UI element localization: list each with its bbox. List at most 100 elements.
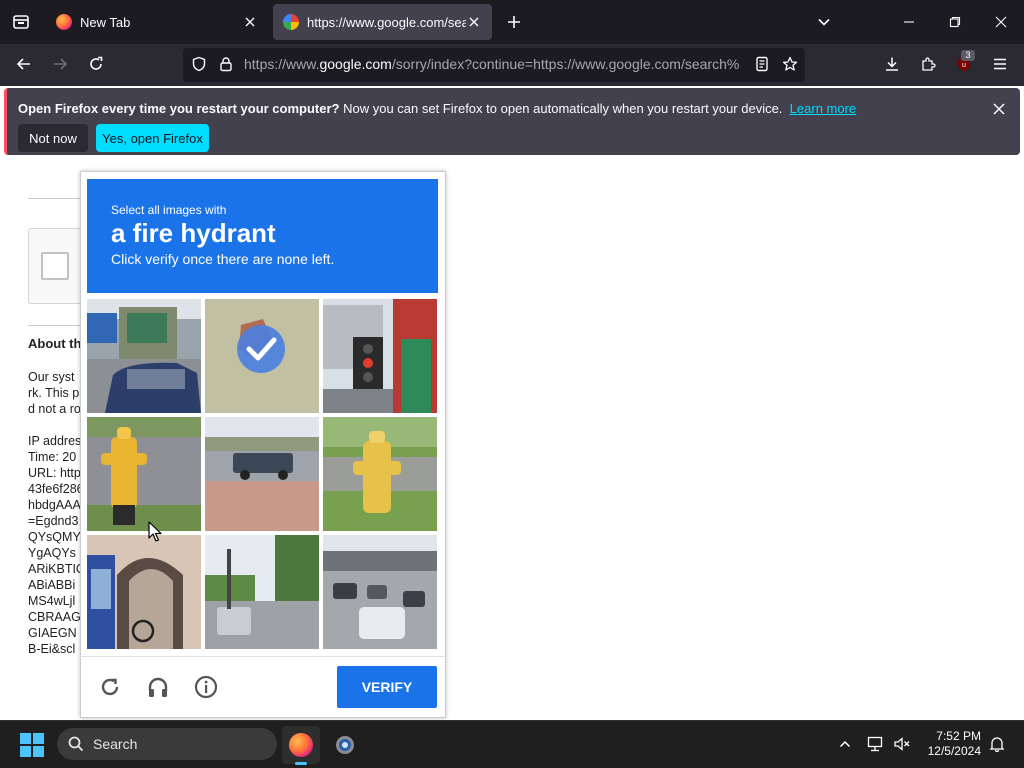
list-all-tabs-button[interactable] <box>810 8 838 36</box>
reload-icon <box>90 56 103 70</box>
taskbar-settings[interactable] <box>326 726 364 764</box>
minimize-icon <box>904 21 914 23</box>
hamburger-menu-icon <box>994 58 1006 70</box>
url-prefix: https://www. <box>244 56 320 72</box>
notifications-button[interactable] <box>986 733 1008 755</box>
app-menu-button[interactable] <box>984 48 1016 80</box>
show-hidden-icons-button[interactable] <box>834 733 856 755</box>
notification-message: Open Firefox every time you restart your… <box>18 101 856 116</box>
reload-icon <box>101 678 119 696</box>
headphones-icon <box>148 677 168 697</box>
plus-icon <box>508 16 520 28</box>
captcha-instructions: Select all images with a fire hydrant Cl… <box>87 179 438 293</box>
puzzle-icon <box>922 57 936 71</box>
network-button[interactable] <box>865 733 887 755</box>
close-icon <box>993 103 1005 115</box>
settings-gear-icon <box>336 736 354 754</box>
reload-challenge-button[interactable] <box>95 672 125 702</box>
close-tab-icon[interactable] <box>242 14 258 30</box>
firefox-favicon-icon <box>56 14 72 30</box>
taskbar-firefox[interactable] <box>282 726 320 764</box>
chevron-down-icon <box>818 18 830 26</box>
tab-google-search[interactable]: https://www.google.com/search?q=... <box>273 4 492 40</box>
info-line: MS4wLjl <box>28 594 76 608</box>
clock-date: 12/5/2024 <box>927 744 981 758</box>
captcha-footer-divider <box>80 656 446 657</box>
close-notification-button[interactable] <box>988 98 1010 120</box>
captcha-tile-4[interactable] <box>87 417 201 531</box>
info-line: GIAEGN <box>28 626 77 640</box>
verify-button[interactable]: VERIFY <box>337 666 437 708</box>
google-favicon-icon <box>283 14 299 30</box>
captcha-hint: Click verify once there are none left. <box>111 251 335 267</box>
arrow-left-icon <box>16 58 30 70</box>
captcha-image-grid <box>87 299 438 650</box>
info-text-block: Our syst rk. This p d not a ro IP addres… <box>28 369 80 657</box>
network-icon <box>867 736 883 752</box>
tab-title: https://www.google.com/search?q=... <box>307 14 466 30</box>
captcha-tile-7[interactable] <box>87 535 201 649</box>
info-line: Time: 20 <box>28 450 77 464</box>
help-button[interactable] <box>191 672 221 702</box>
volume-button[interactable] <box>891 733 913 755</box>
notification-bold: Open Firefox every time you restart your… <box>18 101 340 116</box>
minimize-button[interactable] <box>886 0 932 44</box>
info-line: ARiKBTIO <box>28 562 80 576</box>
captcha-tile-8[interactable] <box>205 535 319 649</box>
close-window-button[interactable] <box>978 0 1024 44</box>
captcha-tile-9[interactable] <box>323 535 437 649</box>
not-now-button[interactable]: Not now <box>18 124 88 152</box>
captcha-prompt: Select all images with <box>111 203 227 217</box>
close-tab-icon[interactable] <box>466 14 482 30</box>
captcha-tile-6[interactable] <box>323 417 437 531</box>
captcha-target: a fire hydrant <box>111 218 276 248</box>
about-heading: About th <box>28 336 80 351</box>
firefox-view-button[interactable] <box>0 0 42 44</box>
back-button[interactable] <box>8 48 40 80</box>
info-line: CBRAAG <box>28 610 80 624</box>
learn-more-link[interactable]: Learn more <box>790 101 856 116</box>
notification-text: Now you can set Firefox to open automati… <box>339 101 783 116</box>
tab-new-tab[interactable]: New Tab <box>46 4 268 40</box>
url-path: /sorry/index?continue=https://www.google… <box>391 56 740 72</box>
divider <box>28 325 88 326</box>
extension-count-badge: 3 <box>961 50 975 61</box>
info-line: B-Ei&scl <box>28 642 76 656</box>
captcha-tile-1[interactable] <box>87 299 201 413</box>
info-line <box>28 417 80 433</box>
captcha-tile-5[interactable] <box>205 417 319 531</box>
info-line: d not a ro <box>28 402 80 416</box>
firefox-view-icon <box>13 15 29 29</box>
restore-button[interactable] <box>932 0 978 44</box>
restore-icon <box>949 16 961 28</box>
windows-start-icon[interactable] <box>20 733 44 757</box>
info-line: IP addres <box>28 434 80 448</box>
firefox-icon <box>289 733 313 757</box>
reader-view-icon <box>756 56 768 72</box>
system-clock[interactable]: 7:52 PM 12/5/2024 <box>915 729 981 759</box>
shield-icon <box>192 56 206 72</box>
taskbar-search-box[interactable] <box>57 728 277 760</box>
downloads-button[interactable] <box>876 48 908 80</box>
recaptcha-checkbox[interactable] <box>41 252 69 280</box>
url-host: google.com <box>319 56 392 72</box>
info-icon <box>194 675 218 699</box>
url-text[interactable]: https://www.google.com/sorry/index?conti… <box>244 56 740 72</box>
captcha-tile-2[interactable] <box>205 299 319 413</box>
volume-muted-icon <box>894 737 910 751</box>
bookmark-button[interactable] <box>774 48 806 80</box>
forward-button[interactable] <box>44 48 76 80</box>
site-info-button[interactable] <box>210 48 242 80</box>
extensions-button[interactable] <box>912 48 944 80</box>
captcha-tile-3[interactable] <box>323 299 437 413</box>
info-line: rk. This p <box>28 386 80 400</box>
reload-button[interactable] <box>80 48 112 80</box>
audio-challenge-button[interactable] <box>143 672 173 702</box>
open-firefox-button[interactable]: Yes, open Firefox <box>96 124 209 152</box>
close-icon <box>995 16 1007 28</box>
new-tab-button[interactable] <box>500 8 528 36</box>
active-app-indicator <box>295 762 307 765</box>
divider <box>28 198 88 199</box>
download-icon <box>886 57 898 71</box>
info-line: QYsQMY <box>28 530 80 544</box>
